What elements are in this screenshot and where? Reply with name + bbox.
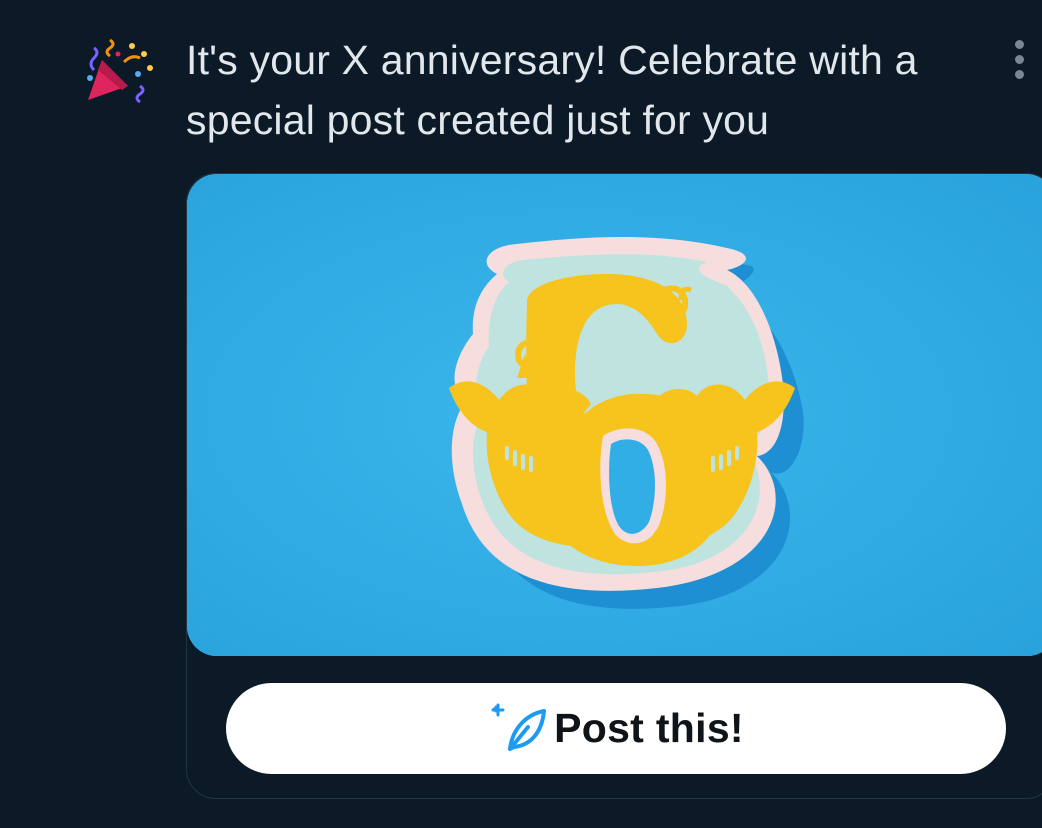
dot-icon: [1015, 40, 1024, 49]
sparkle-feather-icon: [491, 703, 547, 751]
dot-icon: [1015, 55, 1024, 64]
dot-icon: [1015, 70, 1024, 79]
post-this-button[interactable]: Post this!: [226, 683, 1006, 774]
anniversary-notification: It's your X anniversary! Celebrate with …: [0, 0, 1042, 828]
anniversary-card: Post this!: [186, 173, 1042, 799]
party-popper-icon: [87, 38, 153, 104]
more-options-button[interactable]: [1006, 38, 1034, 82]
post-this-label: Post this!: [554, 705, 744, 751]
anniversary-six-image[interactable]: [187, 174, 1042, 656]
notification-text: It's your X anniversary! Celebrate with …: [186, 37, 918, 143]
